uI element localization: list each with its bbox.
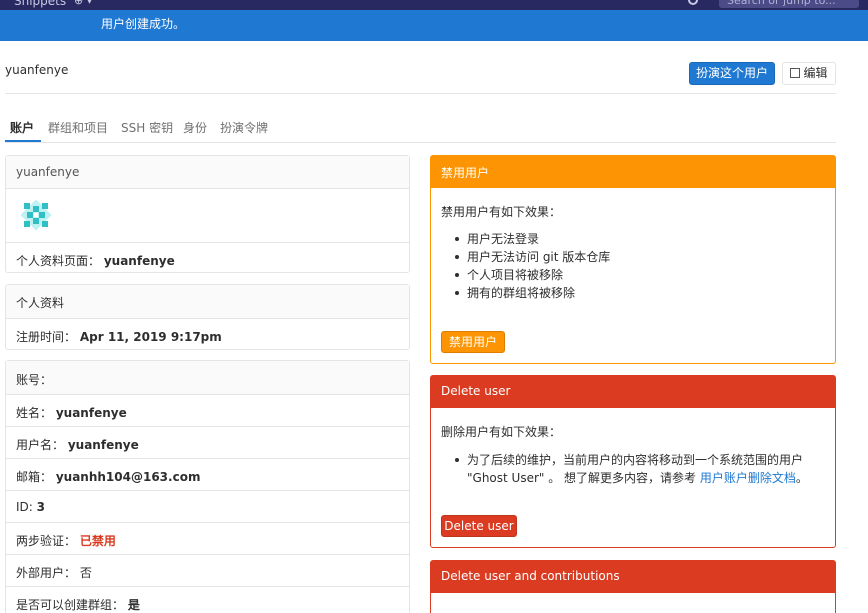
block-user-button[interactable]: 禁用用户: [441, 331, 505, 353]
username-value: yuanfenye: [67, 438, 139, 452]
list-item: 用户无法登录: [441, 230, 610, 248]
list-item: 为了后续的维护，当前用户的内容将移动到一个系统范围的用户 "Ghost User…: [441, 451, 826, 487]
registered-label: 注册时间：: [16, 330, 77, 344]
name-label: 姓名：: [16, 406, 53, 420]
delete-user-button[interactable]: Delete user: [441, 515, 517, 537]
page-title: yuanfenye: [5, 63, 69, 77]
email-value[interactable]: yuanhh104@163.com: [56, 470, 201, 484]
block-user-effects: 用户无法登录 用户无法访问 git 版本仓库 个人项目将被移除 拥有的群组将被移…: [441, 230, 610, 302]
name-value: yuanfenye: [55, 406, 127, 420]
two-factor-row: 两步验证： 已禁用: [6, 522, 409, 554]
user-tabs: 账户 群组和项目 SSH 密钥 身份 扮演令牌: [5, 115, 836, 143]
delete-effect-line2: "Ghost User" 。 想了解更多内容，请参考: [467, 471, 697, 485]
username-row: 用户名： yuanfenye: [6, 426, 409, 458]
delete-effect-period: 。: [795, 471, 808, 485]
user-deletion-docs-link[interactable]: 用户账户删除文档: [700, 471, 796, 485]
name-row: 姓名： yuanfenye: [6, 394, 409, 426]
tab-account[interactable]: 账户: [10, 119, 34, 136]
delete-user-contributions-panel: Delete user and contributions: [430, 560, 836, 613]
flash-message: 用户创建成功。: [101, 17, 186, 31]
tab-ssh-keys[interactable]: SSH 密钥: [121, 119, 173, 136]
delete-effect-line1: 为了后续的维护，当前用户的内容将移动到一个系统范围的用户: [467, 453, 804, 467]
can-create-group-value: 是: [127, 598, 140, 612]
email-row: 邮箱： yuanhh104@163.com: [6, 458, 409, 490]
tab-groups-projects[interactable]: 群组和项目: [48, 119, 108, 136]
nav-snippets-link[interactable]: Snippets: [14, 0, 66, 8]
list-item: 个人项目将被移除: [441, 266, 610, 284]
profile-card: yuanfenye 个人资料页面： yuanfenye: [5, 155, 410, 273]
nav-issues-icon[interactable]: [688, 0, 698, 5]
delete-user-title: Delete user: [431, 376, 835, 408]
account-card-title: 账号：: [6, 361, 409, 394]
flash-notice: 用户创建成功。: [0, 10, 868, 41]
delete-contributions-title: Delete user and contributions: [431, 561, 835, 593]
edit-button-label: 编辑: [803, 66, 828, 80]
account-card: 账号： 姓名： yuanfenye 用户名： yuanfenye 邮箱： yua…: [5, 360, 410, 613]
profile-card-title: yuanfenye: [6, 156, 409, 188]
profile-page-row: 个人资料页面： yuanfenye: [6, 242, 409, 273]
list-item: 用户无法访问 git 版本仓库: [441, 248, 610, 266]
block-user-title: 禁用用户: [431, 156, 835, 188]
email-label: 邮箱：: [16, 470, 53, 484]
id-value: 3: [36, 500, 46, 514]
delete-user-intro: 删除用户有如下效果：: [441, 425, 562, 439]
external-user-label: 外部用户：: [16, 566, 77, 580]
external-user-value: 否: [79, 566, 92, 580]
delete-user-panel: Delete user 删除用户有如下效果： 为了后续的维护，当前用户的内容将移…: [430, 375, 836, 548]
two-factor-status: 已禁用: [79, 534, 116, 548]
active-tab-indicator: [5, 140, 41, 142]
nav-new-dropdown-icon[interactable]: ⊕ ▾: [74, 0, 92, 7]
avatar-row: [6, 188, 409, 242]
can-create-group-row: 是否可以创建群组： 是: [6, 586, 409, 613]
header-divider: [5, 93, 836, 94]
profile-page-label: 个人资料页面：: [16, 254, 101, 268]
tab-impersonation-tokens[interactable]: 扮演令牌: [220, 119, 268, 136]
impersonate-button[interactable]: 扮演这个用户: [689, 62, 775, 85]
id-row: ID: 3: [6, 490, 409, 522]
top-navbar: Snippets ⊕ ▾ Search or jump to...: [0, 0, 868, 10]
search-input[interactable]: Search or jump to...: [719, 0, 859, 8]
list-item: 拥有的群组将被移除: [441, 284, 610, 302]
username-label: 用户名：: [16, 438, 65, 452]
delete-user-effects: 为了后续的维护，当前用户的内容将移动到一个系统范围的用户 "Ghost User…: [441, 451, 826, 487]
registered-row: 注册时间： Apr 11, 2019 9:17pm: [6, 318, 409, 350]
personal-info-title: 个人资料: [6, 285, 409, 318]
can-create-group-label: 是否可以创建群组：: [16, 598, 125, 612]
tab-identities[interactable]: 身份: [183, 119, 207, 136]
profile-page-link[interactable]: yuanfenye: [104, 254, 175, 268]
pencil-square-icon: [790, 68, 801, 78]
external-user-row: 外部用户： 否: [6, 554, 409, 586]
personal-info-card: 个人资料 注册时间： Apr 11, 2019 9:17pm: [5, 284, 410, 350]
edit-button[interactable]: 编辑: [782, 62, 836, 85]
avatar: [20, 199, 52, 231]
two-factor-label: 两步验证：: [16, 534, 77, 548]
id-label: ID:: [16, 500, 33, 514]
registered-value: Apr 11, 2019 9:17pm: [79, 330, 222, 344]
block-user-intro: 禁用用户有如下效果：: [441, 205, 562, 219]
block-user-panel: 禁用用户 禁用用户有如下效果： 用户无法登录 用户无法访问 git 版本仓库 个…: [430, 155, 836, 364]
